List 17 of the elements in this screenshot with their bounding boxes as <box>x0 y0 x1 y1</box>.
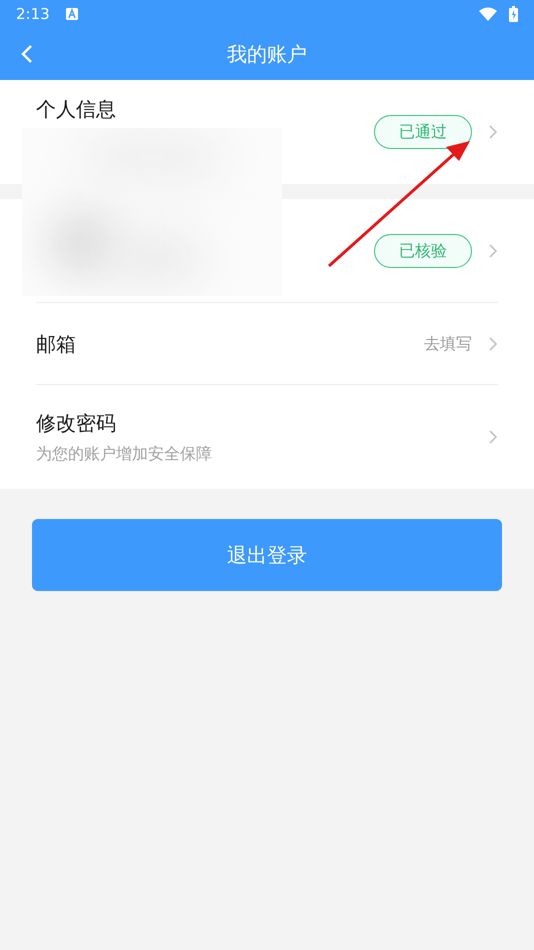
row-label: 邮箱 <box>36 330 77 358</box>
status-badge: 已通过 <box>374 115 472 149</box>
row-value: 去填写 <box>424 332 472 354</box>
chevron-right-icon <box>488 124 498 140</box>
chevron-right-icon <box>488 336 498 352</box>
status-badge: 已核验 <box>374 234 472 268</box>
notification-icon <box>66 8 78 20</box>
chevron-right-icon <box>488 242 498 258</box>
status-time: 2:13 <box>16 4 50 25</box>
chevron-right-icon <box>488 429 498 445</box>
battery-icon <box>509 6 518 22</box>
row-label: 个人信息 <box>36 96 116 123</box>
wifi-icon <box>479 7 497 21</box>
row-subtitle: 为您的账户增加安全保障 <box>36 443 213 465</box>
logout-button[interactable]: 退出登录 <box>32 519 502 591</box>
row-label: 修改密码 <box>36 410 117 437</box>
page-title: 我的账户 <box>227 41 307 68</box>
